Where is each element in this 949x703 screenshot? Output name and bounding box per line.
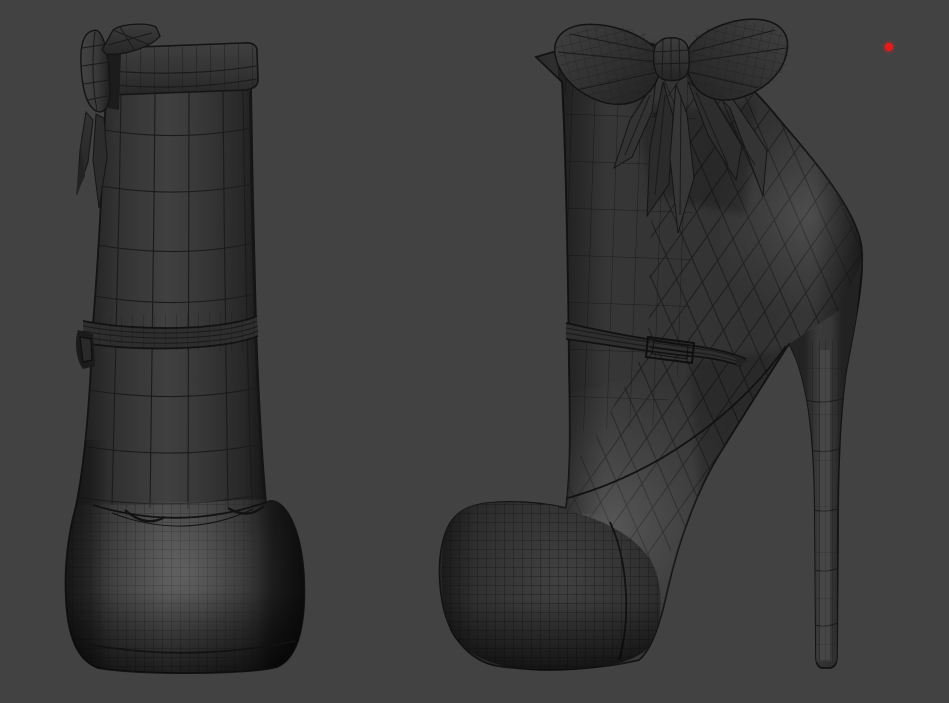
side-heel-highlight <box>820 350 830 660</box>
record-indicator <box>881 39 897 55</box>
viewport-canvas[interactable] <box>0 0 949 703</box>
record-dot-icon <box>885 43 893 51</box>
3d-viewport[interactable] <box>0 0 949 703</box>
